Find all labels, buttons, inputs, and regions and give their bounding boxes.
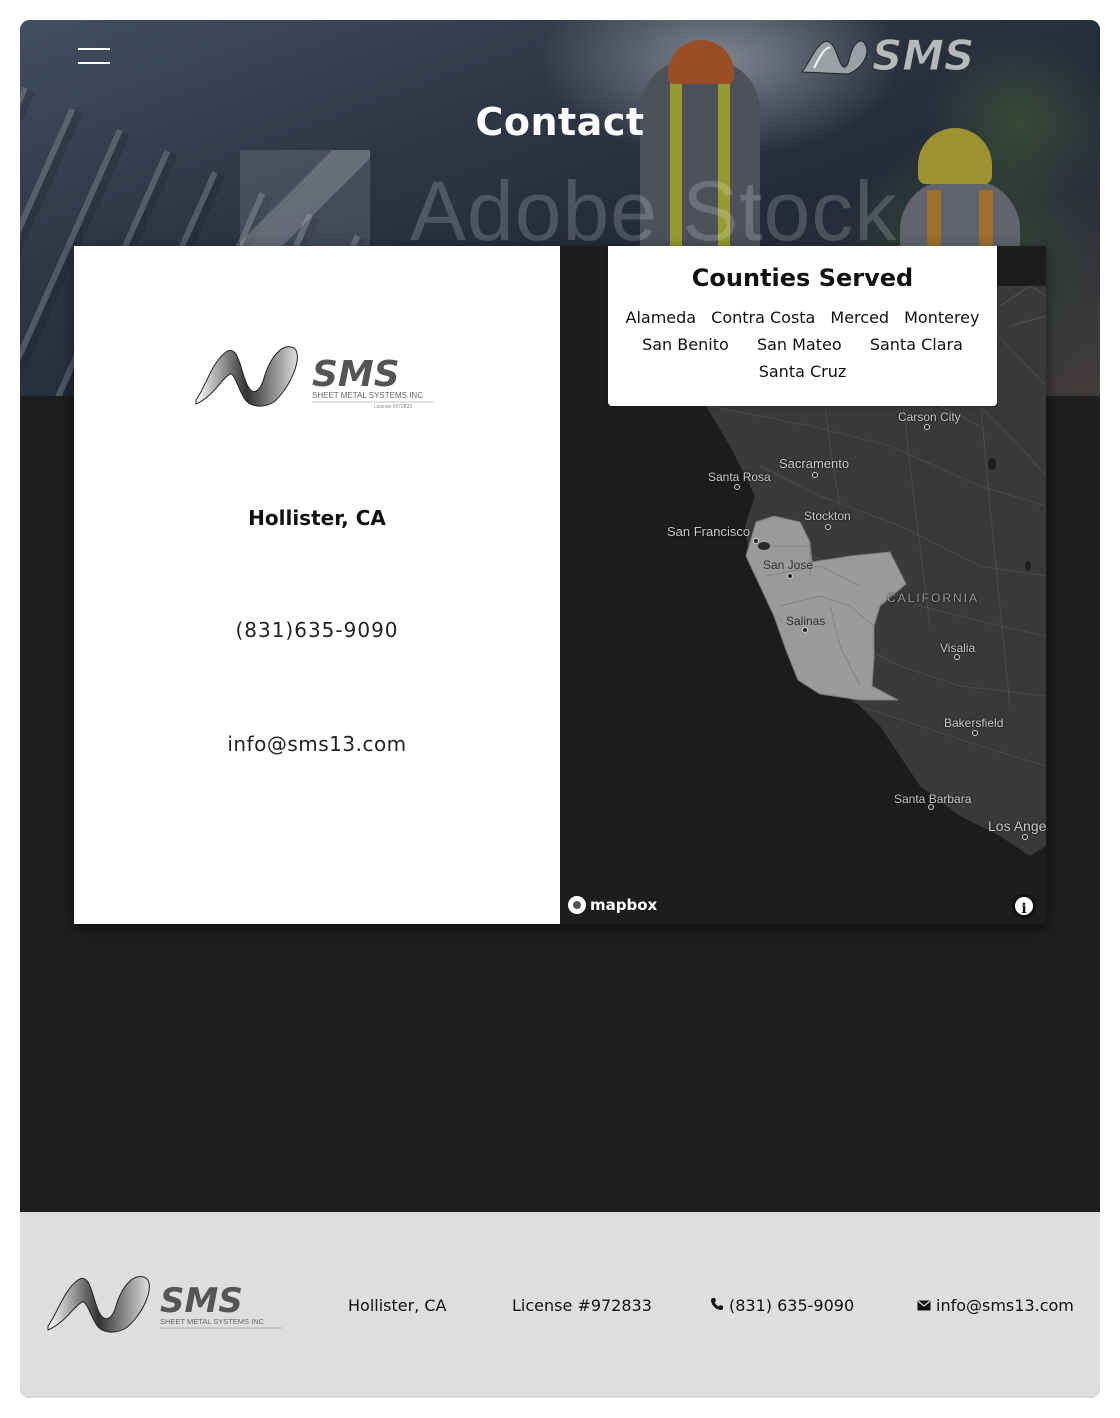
svg-text:SMS: SMS <box>312 354 400 395</box>
svg-text:SMS: SMS <box>872 32 974 76</box>
stock-watermark: Adobe Stock <box>240 150 897 260</box>
county-name: San Benito <box>642 335 729 354</box>
footer-location: Hollister, CA <box>348 1296 447 1315</box>
county-list: Santa Cruz <box>608 362 997 381</box>
phone-link[interactable]: (831)635-9090 <box>74 618 560 642</box>
city-label: Santa Rosa <box>708 470 771 484</box>
city-label: San Francisco <box>667 524 751 539</box>
svg-text:SMS: SMS <box>160 1281 243 1321</box>
phone-icon <box>710 1296 724 1315</box>
city-label: Carson City <box>898 410 961 424</box>
email-link[interactable]: info@sms13.com <box>74 732 560 756</box>
city-marker <box>753 538 759 544</box>
svg-text:SHEET METAL SYSTEMS INC: SHEET METAL SYSTEMS INC <box>160 1317 265 1326</box>
city-label: Stockton <box>804 509 851 523</box>
map-info-button[interactable]: i <box>1012 894 1036 918</box>
city-label: Salinas <box>786 614 826 628</box>
footer-email-link[interactable]: info@sms13.com <box>917 1296 1074 1315</box>
county-name: Merced <box>830 308 890 327</box>
county-name: Santa Cruz <box>758 362 847 381</box>
county-name: Alameda <box>625 308 697 327</box>
city-marker <box>787 573 793 579</box>
city-marker <box>972 730 978 736</box>
hamburger-icon[interactable] <box>78 48 110 66</box>
city-label: Los Ange <box>988 818 1046 834</box>
page-frame: Adobe Stock SMS Contact SMS SHEET METAL … <box>20 20 1100 1398</box>
footer-logo[interactable]: SMS SHEET METAL SYSTEMS INC <box>46 1272 286 1338</box>
location-text: Hollister, CA <box>248 506 386 530</box>
city-marker <box>812 472 818 478</box>
state-label: CALIFORNIA <box>887 591 980 605</box>
city-marker <box>825 524 831 530</box>
county-name: Monterey <box>904 308 980 327</box>
counties-title: Counties Served <box>691 264 914 292</box>
county-name: San Mateo <box>756 335 842 354</box>
city-label: Bakersfield <box>944 716 1004 730</box>
city-marker <box>1022 834 1028 840</box>
company-logo: SMS SHEET METAL SYSTEMS INC License #972… <box>195 346 434 410</box>
city-label: Visalia <box>940 641 976 655</box>
city-label: Santa Barbara <box>894 792 972 806</box>
city-marker <box>924 424 930 430</box>
svg-text:SHEET METAL SYSTEMS INC: SHEET METAL SYSTEMS INC <box>312 391 423 400</box>
mapbox-attribution-logo[interactable]: mapbox <box>568 896 657 914</box>
contact-info-panel: SMS SHEET METAL SYSTEMS INC License #972… <box>74 246 560 924</box>
city-label: San Jose <box>763 558 814 572</box>
header-logo[interactable]: SMS <box>800 32 1052 76</box>
county-name: Santa Clara <box>869 335 963 354</box>
city-marker <box>734 484 740 490</box>
adobe-logo-icon <box>240 150 370 250</box>
service-area-map[interactable]: Carson City Sacramento Santa Rosa Stockt… <box>560 246 1046 924</box>
page-title: Contact <box>475 100 645 144</box>
contact-card: SMS SHEET METAL SYSTEMS INC License #972… <box>74 246 1046 924</box>
county-list: Alameda Contra Costa Merced Monterey <box>608 308 997 327</box>
footer: SMS SHEET METAL SYSTEMS INC Hollister, C… <box>20 1212 1100 1398</box>
footer-license: License #972833 <box>512 1296 652 1315</box>
svg-text:License #972833: License #972833 <box>374 404 412 410</box>
county-list: San Benito San Mateo Santa Clara <box>608 335 997 354</box>
counties-served-panel: Counties Served Alameda Contra Costa Mer… <box>608 246 997 406</box>
footer-phone-link[interactable]: (831) 635-9090 <box>710 1296 854 1315</box>
envelope-icon <box>917 1296 931 1315</box>
county-name: Contra Costa <box>711 308 816 327</box>
mapbox-icon <box>568 896 586 914</box>
city-label: Sacramento <box>779 456 850 471</box>
